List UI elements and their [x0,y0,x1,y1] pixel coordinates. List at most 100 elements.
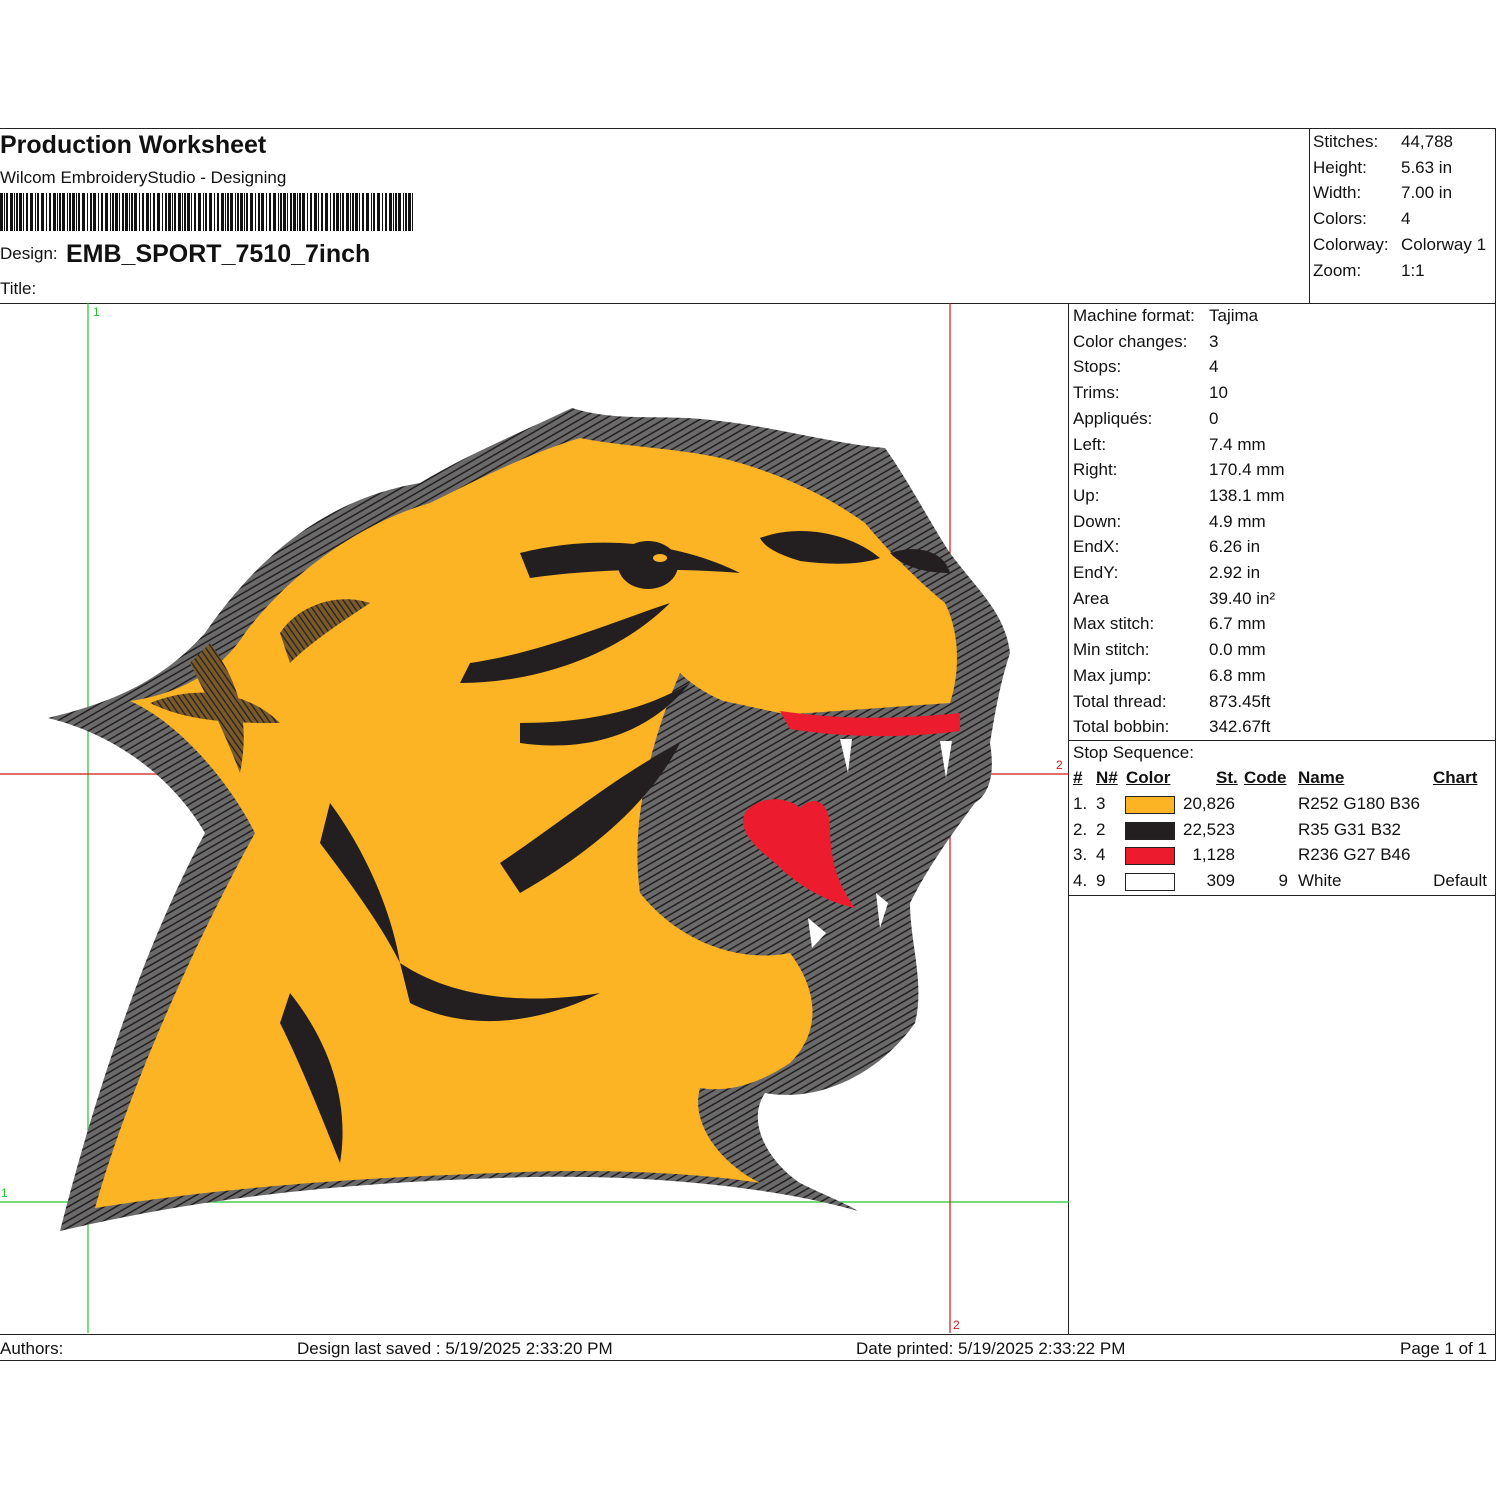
detail-value: 6.8 mm [1209,666,1266,685]
summary-label: Zoom: [1313,261,1362,280]
barcode-bar [321,193,323,231]
barcode-bar [302,193,305,231]
detail-label: Total thread: [1073,692,1167,711]
detail-label: Max stitch: [1073,614,1155,633]
barcode-bar [62,193,65,231]
detail-label: Left: [1073,435,1107,454]
design-name: EMB_SPORT_7510_7inch [66,240,371,268]
stop-num: 2. [1073,820,1088,839]
barcode-bar [237,193,239,231]
stop-needle: 9 [1096,871,1106,890]
detail-value: 6.7 mm [1209,614,1266,633]
barcode-bar [41,193,44,231]
detail-label: Area [1073,589,1109,608]
barcode-bar [346,193,349,231]
title-label: Title: [0,279,37,298]
detail-value: 0 [1209,409,1219,428]
detail-label: Machine format: [1073,306,1195,325]
barcode-bar [112,193,114,231]
detail-value: 3 [1209,332,1219,351]
detail-label: Down: [1073,512,1122,531]
stop-needle: 4 [1096,845,1106,864]
detail-value: 4 [1209,357,1219,376]
stop-stitches: 1,128 [1192,845,1235,864]
barcode-bar [72,193,75,231]
summary-label: Colors: [1313,209,1367,228]
barcode-bar [318,193,319,231]
col-name: Name [1298,768,1345,787]
barcode-bar [382,193,383,231]
col-chart: Chart [1433,768,1478,787]
summary-value: 5.63 in [1401,158,1453,177]
barcode-bar [362,193,364,231]
color-swatch [1125,873,1175,891]
barcode-bar [403,193,404,231]
guide-label: 2 [1056,758,1063,772]
barcode-bar [165,193,167,231]
barcode-bar [53,193,56,231]
barcode-bar [389,193,392,231]
guide-label: 1 [1,1186,8,1200]
footer-divider [0,1334,1496,1335]
barcode-bar [157,193,160,231]
barcode-bar [230,193,233,231]
detail-label: EndY: [1073,563,1119,582]
stop-stitches: 22,523 [1183,820,1235,839]
detail-value: 170.4 mm [1209,460,1285,479]
barcode-bar [266,193,267,231]
detail-label: Max jump: [1073,666,1152,685]
summary-value: Colorway 1 [1401,235,1487,254]
detail-label: Color changes: [1073,332,1188,351]
barcode-bar [125,193,128,231]
barcode-bar [350,193,351,231]
barcode-bar [333,193,335,231]
barcode-bar [134,193,137,231]
barcode-bar [221,193,224,231]
detail-value: 4.9 mm [1209,512,1266,531]
barcode-bar [182,193,183,231]
page-number: Page 1 of 1 [1400,1339,1487,1358]
barcode-bar [194,193,196,231]
barcode-bar [110,193,111,231]
detail-label: Trims: [1073,383,1120,402]
barcode-bar [217,193,219,231]
summary-value: 7.00 in [1401,183,1453,202]
barcode-bar [184,193,186,231]
stop-stitches: 20,826 [1183,794,1235,813]
stop-needle: 2 [1096,820,1106,839]
barcode-bar [269,193,271,231]
detail-label: Min stitch: [1073,640,1150,659]
detail-value: 7.4 mm [1209,435,1266,454]
guide-label: 2 [953,1318,960,1332]
detail-value: 2.92 in [1209,563,1261,582]
barcode-bar [37,193,39,231]
barcode-bar [142,193,144,231]
stop-chart: Default [1433,871,1487,890]
barcode-bar [172,193,173,231]
barcode-bar [278,193,279,231]
barcode-bar [273,193,276,231]
barcode-bar [57,193,58,231]
barcode-bar [146,193,149,231]
barcode-bar [246,193,248,231]
barcode-bar [225,193,226,231]
design-canvas: 1 2 2 1 [0,303,1069,1333]
date-printed: Date printed: 5/19/2025 2:33:22 PM [856,1339,1126,1358]
summary-label: Colorway: [1313,235,1389,254]
detail-value: 6.26 in [1209,537,1261,556]
color-swatch [1125,822,1175,840]
detail-value: 10 [1209,383,1228,402]
barcode-bar [340,193,341,231]
barcode-bar [280,193,282,231]
barcode-bar [4,193,5,231]
summary-value: 1:1 [1401,261,1425,280]
barcode-bar [19,193,22,231]
barcode-bar [90,193,92,231]
barcode-bar [214,193,215,231]
worksheet-title: Production Worksheet [0,131,267,159]
barcode-bar [30,193,33,231]
barcode-bar [205,193,207,231]
barcode-bar [255,193,256,231]
detail-label: Stops: [1073,357,1122,376]
barcode-bar [187,193,190,231]
